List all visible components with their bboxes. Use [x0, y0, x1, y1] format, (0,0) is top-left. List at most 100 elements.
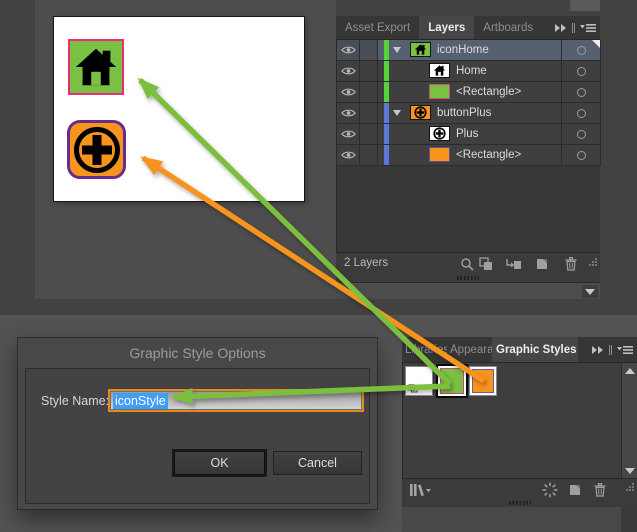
layer-color-bar	[384, 40, 389, 60]
default-style-icon	[408, 384, 418, 393]
layers-panel-statusbar: 2 Layers	[336, 252, 600, 274]
panel-resize-grip[interactable]	[588, 254, 598, 272]
tab-graphic-styles[interactable]: Graphic Styles	[492, 337, 578, 362]
layer-name[interactable]: <Rectangle>	[456, 82, 521, 102]
layers-list: iconHome Home	[336, 40, 600, 252]
layer-row-home[interactable]: Home	[337, 61, 601, 82]
tabbar-separator	[609, 345, 612, 355]
ok-button[interactable]: OK	[174, 451, 265, 475]
scroll-down-button[interactable]	[582, 285, 598, 298]
layer-thumbnail[interactable]	[429, 84, 450, 99]
visibility-eye-icon[interactable]	[337, 103, 360, 123]
lock-toggle[interactable]	[360, 61, 378, 81]
lock-toggle[interactable]	[360, 82, 378, 102]
scroll-down-button[interactable]	[624, 464, 636, 477]
dock-drag-handle[interactable]	[402, 499, 637, 507]
layer-name[interactable]: <Rectangle>	[456, 145, 521, 165]
target-column[interactable]	[561, 40, 601, 60]
layer-thumbnail[interactable]	[429, 63, 450, 78]
tab-layers[interactable]: Layers	[419, 16, 474, 39]
graphic-styles-scrollbar[interactable]	[621, 363, 637, 478]
layer-thumbnail[interactable]	[410, 42, 431, 57]
selection-corner-indicator	[592, 40, 600, 48]
target-column[interactable]	[561, 61, 601, 81]
make-clipping-mask-icon[interactable]	[477, 256, 494, 272]
lock-toggle[interactable]	[360, 103, 378, 123]
layer-color-bar	[384, 124, 389, 144]
scroll-up-button[interactable]	[624, 364, 636, 377]
target-column[interactable]	[561, 124, 601, 144]
panel-menu-icon[interactable]	[617, 345, 633, 355]
target-column[interactable]	[561, 145, 601, 165]
target-circle-icon[interactable]	[577, 109, 586, 118]
target-circle-icon[interactable]	[577, 151, 586, 160]
tab-artboards[interactable]: Artboards	[474, 16, 542, 39]
dock-scroll-strip	[336, 282, 600, 299]
next-panel-edge	[402, 507, 637, 532]
target-circle-icon[interactable]	[577, 67, 586, 76]
new-sublayer-icon[interactable]	[505, 256, 522, 272]
iconstyle-preview	[440, 368, 464, 394]
collapse-panel-icon[interactable]	[591, 345, 604, 355]
layer-color-bar	[384, 145, 389, 165]
style-libraries-menu-icon[interactable]	[408, 482, 434, 498]
new-layer-icon[interactable]	[533, 256, 550, 272]
tab-appearance[interactable]: Appearance	[447, 337, 492, 362]
layer-name[interactable]: buttonPlus	[437, 103, 491, 123]
graphic-styles-list	[402, 363, 621, 478]
artboard	[53, 16, 305, 202]
swatch-orange-style[interactable]	[469, 366, 497, 396]
delete-graphic-style-icon[interactable]	[591, 482, 608, 498]
graphic-styles-tabbar: Libraries Appearance Graphic Styles	[402, 337, 637, 363]
layer-row-iconhome[interactable]: iconHome	[337, 40, 601, 61]
target-circle-icon[interactable]	[577, 88, 586, 97]
scroll-down-icon	[585, 289, 595, 295]
new-graphic-style-icon[interactable]	[566, 482, 583, 498]
home-icon-artwork[interactable]	[68, 39, 124, 95]
visibility-eye-icon[interactable]	[337, 82, 360, 102]
next-panel-scroll-edge	[621, 507, 637, 532]
panel-menu-icon[interactable]	[580, 23, 596, 33]
layer-name[interactable]: Plus	[456, 124, 478, 144]
layer-color-bar	[384, 82, 389, 102]
layer-row-rectangle-orange[interactable]: <Rectangle>	[337, 145, 601, 166]
locate-object-icon[interactable]	[458, 256, 475, 272]
layer-row-buttonplus[interactable]: buttonPlus	[337, 103, 601, 124]
style-name-input[interactable]: iconStyle	[108, 389, 364, 412]
target-circle-icon[interactable]	[577, 46, 586, 55]
layer-thumbnail[interactable]	[429, 147, 450, 162]
break-link-icon[interactable]	[541, 482, 558, 498]
delete-selection-icon[interactable]	[562, 256, 579, 272]
plus-icon-artwork[interactable]	[67, 120, 126, 179]
layer-thumbnail[interactable]	[410, 105, 431, 120]
expand-triangle-icon[interactable]	[393, 47, 401, 53]
lock-toggle[interactable]	[360, 145, 378, 165]
orange-style-preview	[472, 369, 494, 393]
visibility-eye-icon[interactable]	[337, 40, 360, 60]
target-column[interactable]	[561, 82, 601, 102]
document-canvas	[35, 0, 336, 299]
layer-name[interactable]: iconHome	[437, 40, 489, 60]
visibility-eye-icon[interactable]	[337, 61, 360, 81]
target-column[interactable]	[561, 103, 601, 123]
lock-toggle[interactable]	[360, 124, 378, 144]
layer-row-plus[interactable]: Plus	[337, 124, 601, 145]
swatch-default-style[interactable]	[405, 366, 433, 396]
home-glyph	[73, 44, 119, 90]
tab-libraries[interactable]: Libraries	[402, 337, 447, 362]
layer-row-rectangle-green[interactable]: <Rectangle>	[337, 82, 601, 103]
target-circle-icon[interactable]	[577, 130, 586, 139]
swatch-iconstyle-selected[interactable]	[436, 364, 468, 398]
expand-triangle-icon[interactable]	[393, 110, 401, 116]
visibility-eye-icon[interactable]	[337, 124, 360, 144]
dock-drag-handle[interactable]	[336, 274, 600, 282]
layer-thumbnail[interactable]	[429, 126, 450, 141]
layer-name[interactable]: Home	[456, 61, 487, 81]
visibility-eye-icon[interactable]	[337, 145, 360, 165]
panel-resize-grip[interactable]	[625, 479, 635, 497]
lock-toggle[interactable]	[360, 40, 378, 60]
layer-count: 2 Layers	[344, 257, 388, 269]
tab-asset-export[interactable]: Asset Export	[336, 16, 419, 39]
cancel-button[interactable]: Cancel	[273, 451, 362, 475]
collapse-panel-icon[interactable]	[554, 23, 567, 33]
